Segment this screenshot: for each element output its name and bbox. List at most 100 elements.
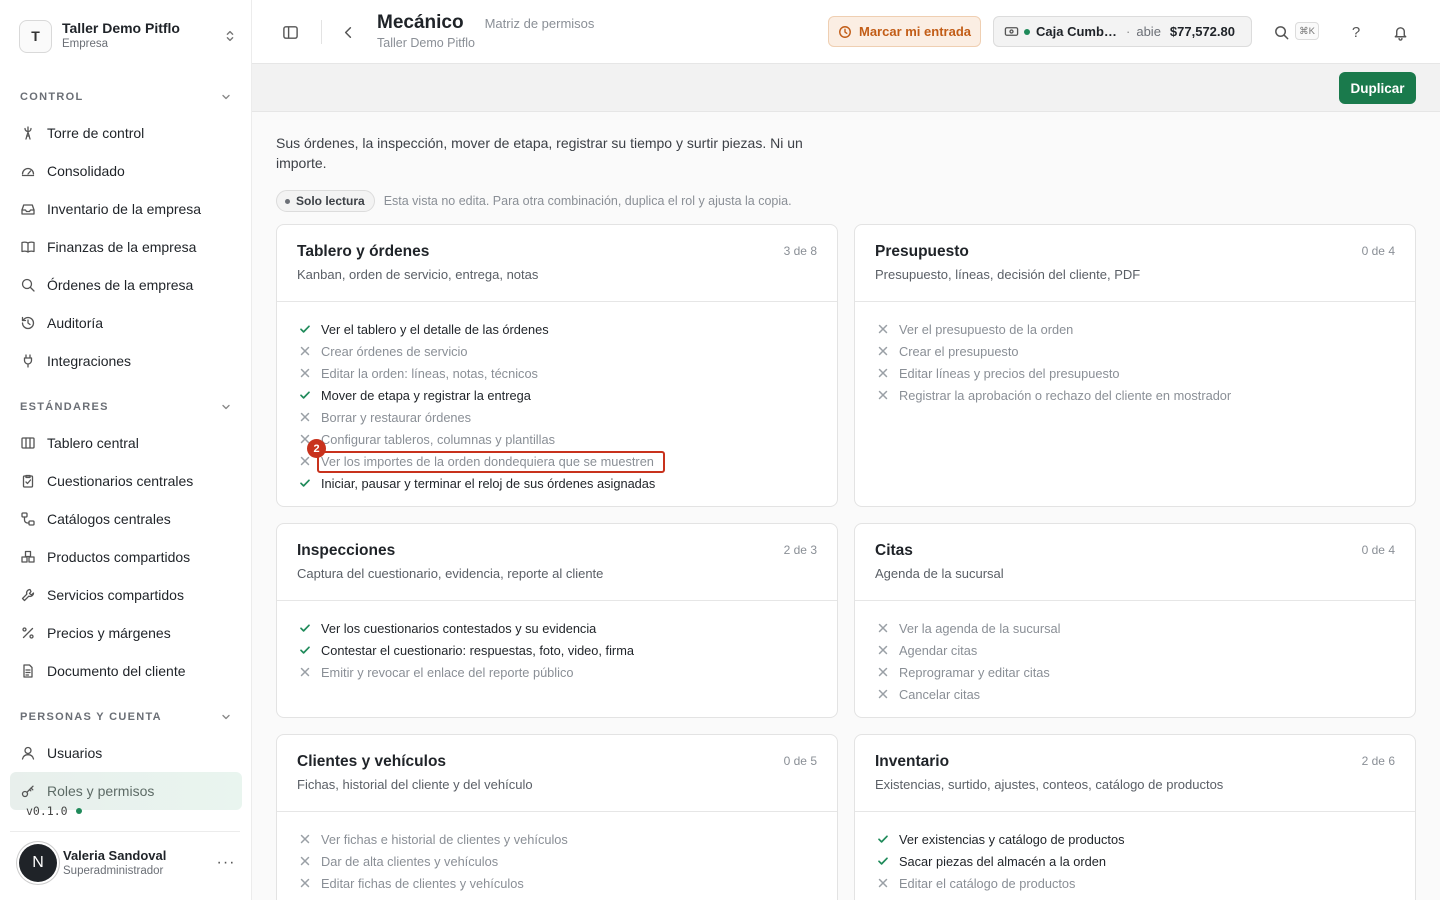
card-count: 2 de 6	[1361, 754, 1395, 768]
permission-list: Ver el presupuesto de la orden Crear el p…	[855, 302, 1415, 406]
permission-item: Editar líneas y precios del presupuesto	[877, 362, 1395, 384]
x-icon	[878, 324, 888, 334]
cash-status-dot	[1024, 28, 1030, 35]
bell-icon[interactable]	[1390, 22, 1410, 42]
permission-item: Ver fichas e historial de clientes y veh…	[299, 828, 817, 850]
sidebar-item-book[interactable]: Finanzas de la empresa	[10, 228, 242, 266]
chevrons-up-down-icon	[226, 30, 234, 42]
permission-item: Crear el presupuesto	[877, 340, 1395, 362]
sidebar-toggle-icon[interactable]	[280, 22, 300, 42]
sidebar-item-plug[interactable]: Integraciones	[10, 342, 242, 380]
nav-section-header[interactable]: PERSONAS Y CUENTA	[10, 700, 242, 734]
sidebar-item-search[interactable]: Órdenes de la empresa	[10, 266, 242, 304]
permission-label: Agendar citas	[899, 642, 978, 658]
cash-register-selector[interactable]: Caja Cumbres · abie $77,572.80	[993, 16, 1252, 47]
sidebar-item-label: Torre de control	[47, 125, 145, 141]
permission-item: Ver los cuestionarios contestados y su e…	[299, 617, 817, 639]
sidebar-item-columns[interactable]: Tablero central	[10, 424, 242, 462]
card-header: Inventario Existencias, surtido, ajustes,…	[855, 735, 1415, 812]
permission-item: Reprogramar y editar citas	[877, 661, 1395, 683]
permission-list: Ver el tablero y el detalle de las órden…	[277, 302, 837, 494]
workflow-icon	[21, 512, 35, 526]
sidebar-item-label: Documento del cliente	[47, 663, 186, 679]
x-icon	[300, 368, 310, 378]
search-icon[interactable]	[1271, 22, 1291, 42]
permission-label: Editar líneas y precios del presupuesto	[899, 365, 1120, 381]
duplicate-button[interactable]: Duplicar	[1339, 72, 1416, 104]
workspace-switcher[interactable]: T Taller Demo Pitflo Empresa	[19, 18, 237, 54]
app-version: v0.1.0	[26, 804, 82, 818]
permission-item: Registrar la aprobación o rechazo del cl…	[877, 384, 1395, 406]
permission-label: Borrar y restaurar órdenes	[321, 409, 472, 425]
boxes-icon	[21, 550, 35, 563]
sidebar-item-clipboard[interactable]: Cuestionarios centrales	[10, 462, 242, 500]
card-header: Presupuesto Presupuesto, líneas, decisión…	[855, 225, 1415, 302]
permission-label: Crear órdenes de servicio	[321, 343, 468, 359]
page-title: Mecánico	[377, 12, 464, 33]
x-icon	[878, 689, 888, 699]
sidebar-item-label: Roles y permisos	[47, 783, 155, 799]
sidebar-item-tower[interactable]: Torre de control	[10, 114, 242, 152]
columns-icon	[21, 437, 35, 449]
card-title: Presupuesto	[875, 243, 969, 260]
permission-label: Ver existencias y catálogo de productos	[899, 831, 1125, 847]
card-title: Clientes y vehículos	[297, 753, 447, 770]
card-title: Citas	[875, 542, 913, 559]
back-icon[interactable]	[338, 22, 358, 42]
permission-label: Editar el catálogo de productos	[899, 875, 1076, 891]
card-subtitle: Fichas, historial del cliente y del vehí…	[297, 777, 533, 792]
card-header: Clientes y vehículos Fichas, historial de…	[277, 735, 837, 812]
percent-icon	[22, 627, 34, 639]
readonly-notice: Solo lectura Esta vista no edita. Para o…	[276, 190, 792, 212]
help-icon[interactable]: ?	[1346, 22, 1366, 42]
page-subtitle: Matriz de permisos	[484, 16, 595, 31]
document-icon	[23, 664, 33, 678]
role-description: Sus órdenes, la inspección, mover de eta…	[276, 135, 803, 171]
x-icon	[878, 623, 888, 633]
permission-label: Ver la agenda de la sucursal	[899, 620, 1061, 636]
card-title: Inspecciones	[297, 542, 396, 559]
x-icon	[300, 856, 310, 866]
main-content: Duplicar Sus órdenes, la inspección, mov…	[252, 64, 1440, 900]
sidebar-item-history[interactable]: Auditoría	[10, 304, 242, 342]
check-icon	[300, 325, 310, 333]
book-icon	[21, 241, 35, 253]
nav-section-header[interactable]: CONTROL	[10, 80, 242, 114]
version-label: v0.1.0	[26, 804, 68, 818]
more-options-icon[interactable]: ···	[212, 854, 240, 872]
card-subtitle: Kanban, orden de servicio, entrega, nota…	[297, 267, 539, 282]
card-title: Inventario	[875, 753, 950, 770]
annotation-badge: 2	[307, 439, 326, 458]
cash-separator: ·	[1126, 24, 1131, 39]
permission-label: Crear el presupuesto	[899, 343, 1019, 359]
key-icon	[21, 785, 34, 798]
permission-item: Configurar tableros, columnas y plantill…	[299, 428, 817, 450]
x-icon	[300, 346, 310, 356]
x-icon	[300, 878, 310, 888]
sidebar-item-label: Servicios compartidos	[47, 587, 184, 603]
permission-label: Sacar piezas del almacén a la orden	[899, 853, 1107, 869]
user-menu[interactable]: N Valeria Sandoval Superadministrador ··…	[10, 831, 240, 893]
permission-list: Ver existencias y catálogo de productos S…	[855, 812, 1415, 894]
sidebar-item-gauge[interactable]: Consolidado	[10, 152, 242, 190]
sidebar-item-percent[interactable]: Precios y márgenes	[10, 614, 242, 652]
sidebar-item-document[interactable]: Documento del cliente	[10, 652, 242, 690]
sidebar-item-workflow[interactable]: Catálogos centrales	[10, 500, 242, 538]
sidebar-item-user[interactable]: Usuarios	[10, 734, 242, 772]
permission-item: Mover de etapa y registrar la entrega	[299, 384, 817, 406]
top-header: Mecánico Matriz de permisos Taller Demo …	[252, 0, 1440, 64]
permission-label: Registrar la aprobación o rechazo del cl…	[899, 387, 1232, 403]
permission-label: Configurar tableros, columnas y plantill…	[321, 431, 556, 447]
nav-section-header[interactable]: ESTÁNDARES	[10, 390, 242, 424]
permission-card: Citas Agenda de la sucursal 0 de 4 Ver la a…	[854, 523, 1416, 718]
card-count: 0 de 4	[1361, 244, 1395, 258]
sidebar-item-label: Consolidado	[47, 163, 125, 179]
sidebar-item-boxes[interactable]: Productos compartidos	[10, 538, 242, 576]
sidebar-item-inbox[interactable]: Inventario de la empresa	[10, 190, 242, 228]
sidebar-item-wrench[interactable]: Servicios compartidos	[10, 576, 242, 614]
permission-label: Editar la orden: líneas, notas, técnicos	[321, 365, 538, 381]
clock-in-button[interactable]: Marcar mi entrada	[828, 16, 981, 47]
permission-item: Editar la orden: líneas, notas, técnicos	[299, 362, 817, 384]
permission-card: Tablero y órdenes Kanban, orden de servic…	[276, 224, 838, 507]
cash-icon	[1004, 27, 1019, 36]
